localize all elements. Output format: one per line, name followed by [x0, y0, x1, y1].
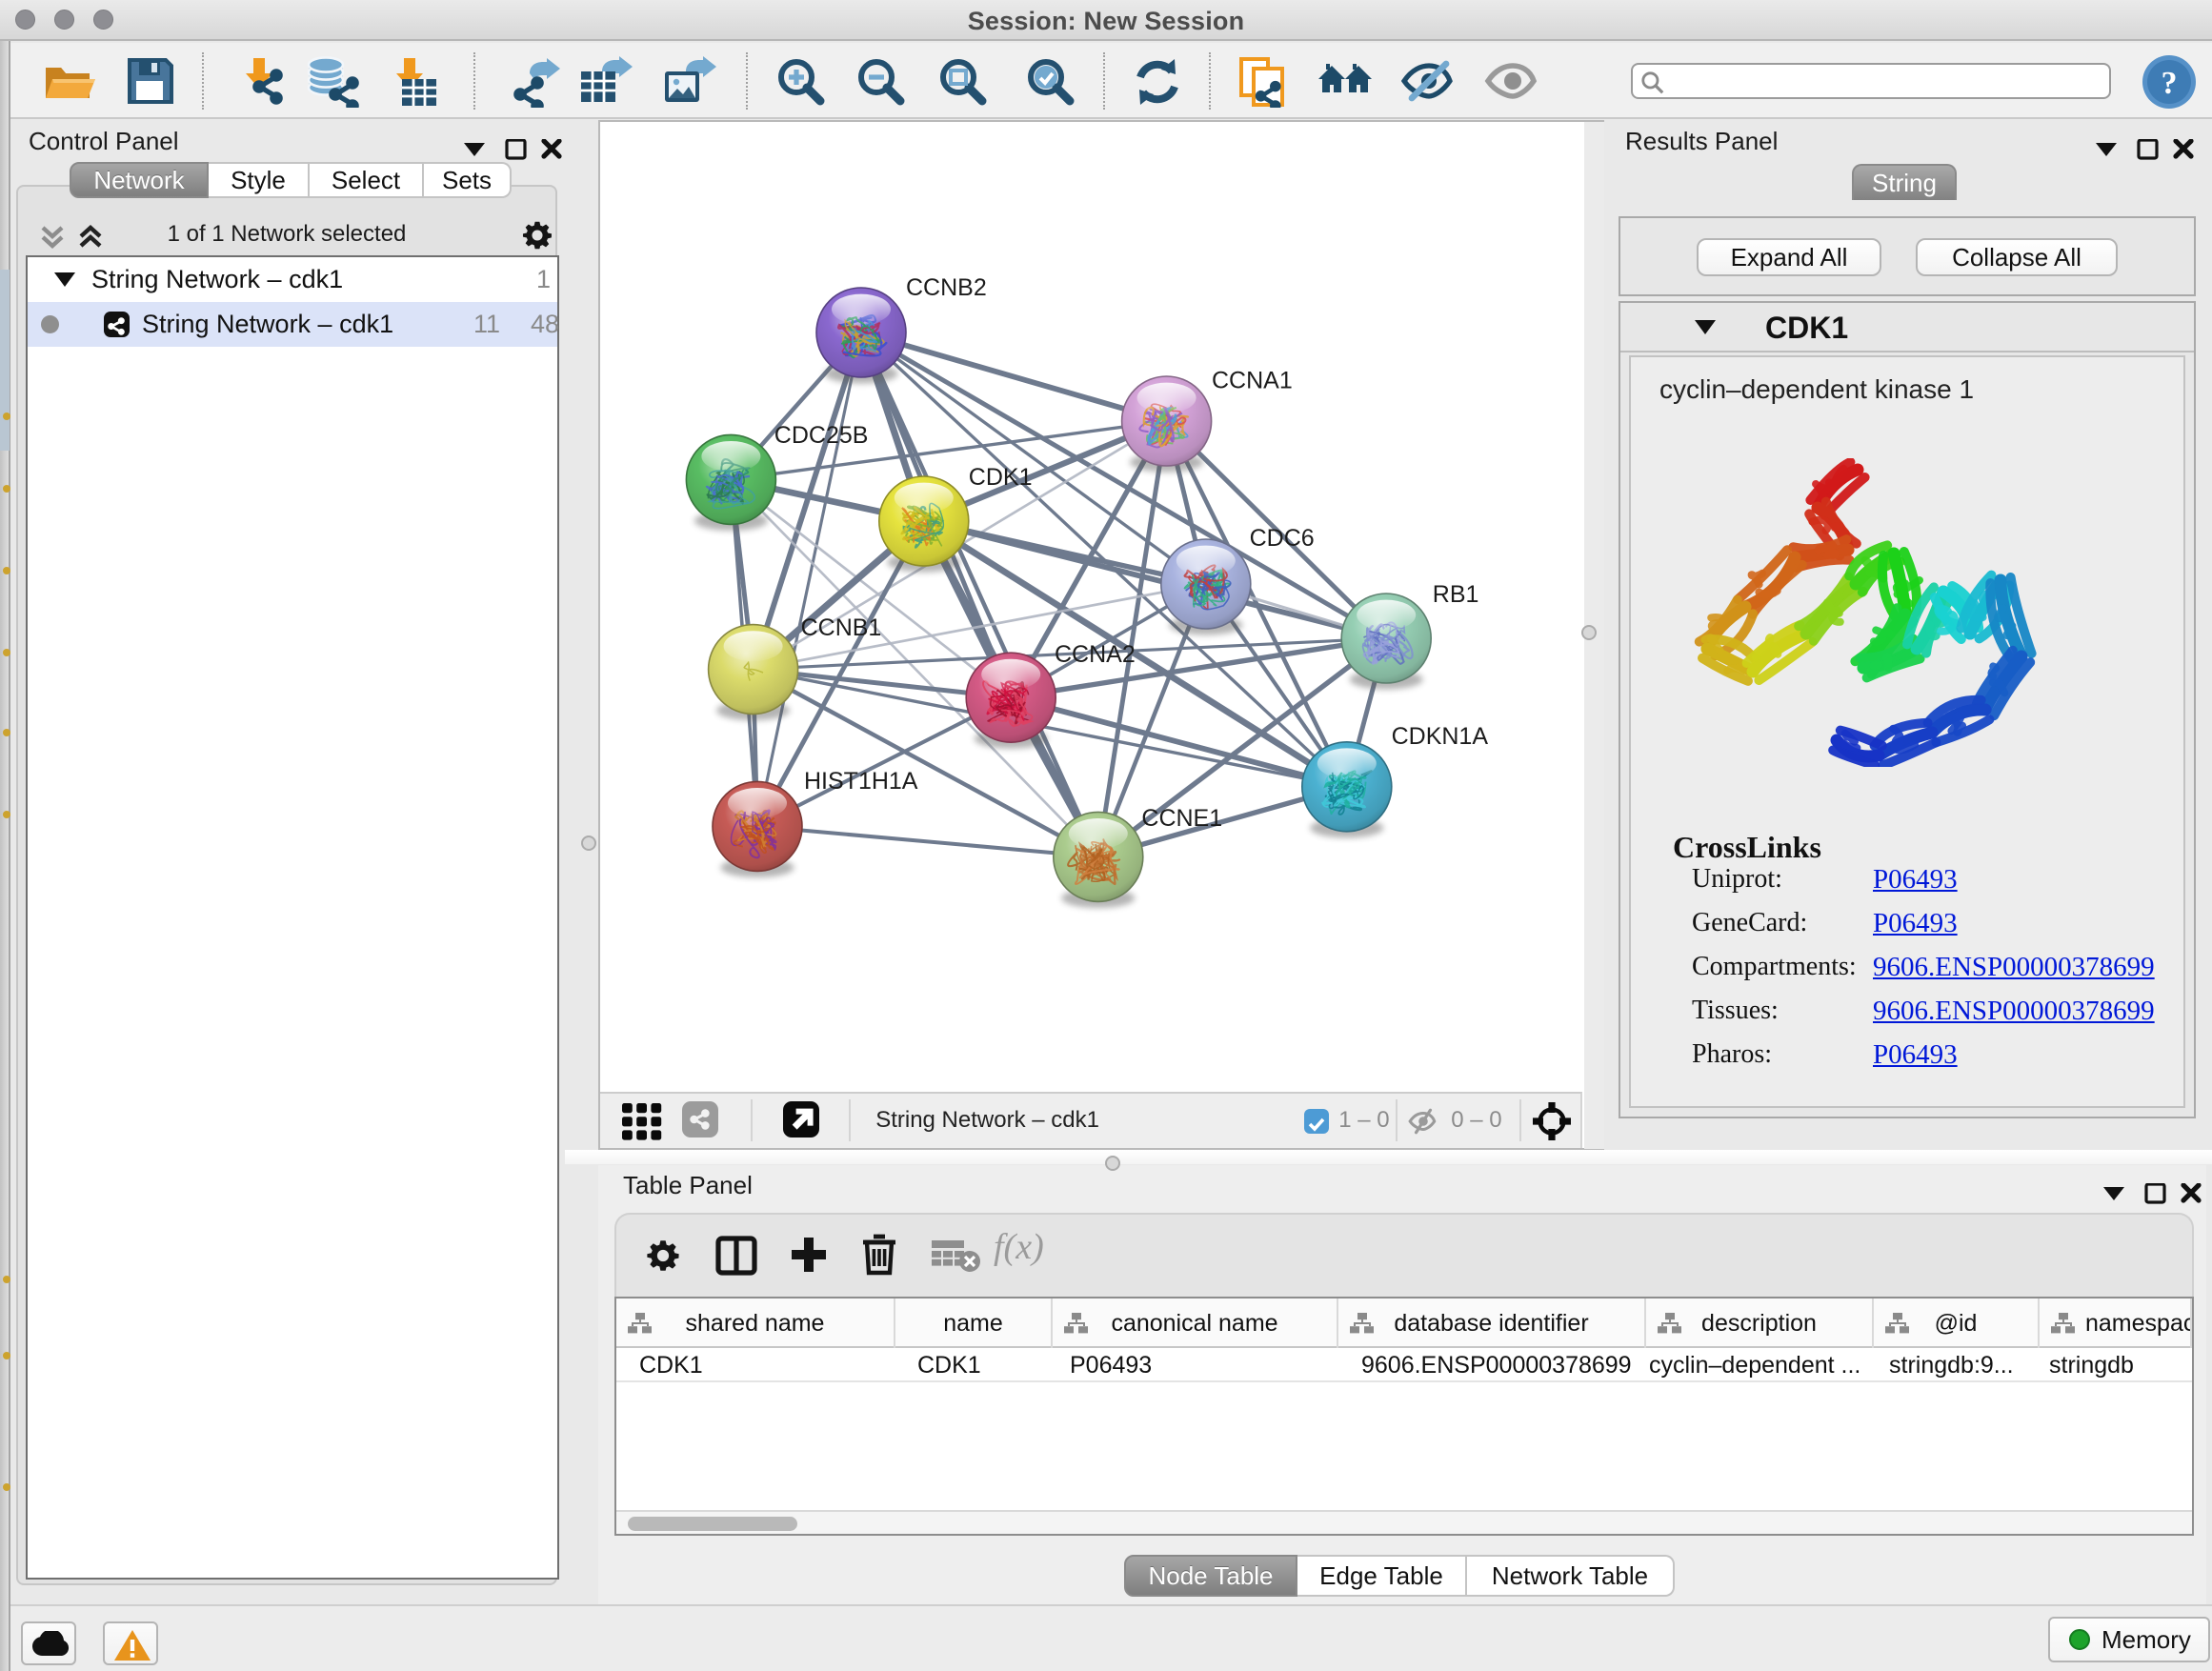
svg-text:CDC25B: CDC25B	[774, 422, 869, 449]
svg-text:CCNE1: CCNE1	[1141, 805, 1222, 832]
svg-text:?: ?	[2162, 66, 2178, 101]
svg-text:RB1: RB1	[1433, 581, 1479, 608]
svg-text:CDK1: CDK1	[969, 464, 1033, 491]
svg-text:CCNA1: CCNA1	[1212, 368, 1293, 394]
svg-text:CCNA2: CCNA2	[1055, 641, 1136, 668]
svg-text:CCNB1: CCNB1	[801, 614, 882, 641]
svg-text:CCNB2: CCNB2	[906, 274, 987, 301]
svg-text:CDC6: CDC6	[1250, 525, 1315, 552]
svg-text:CDKN1A: CDKN1A	[1392, 723, 1489, 750]
svg-text:HIST1H1A: HIST1H1A	[804, 768, 918, 795]
